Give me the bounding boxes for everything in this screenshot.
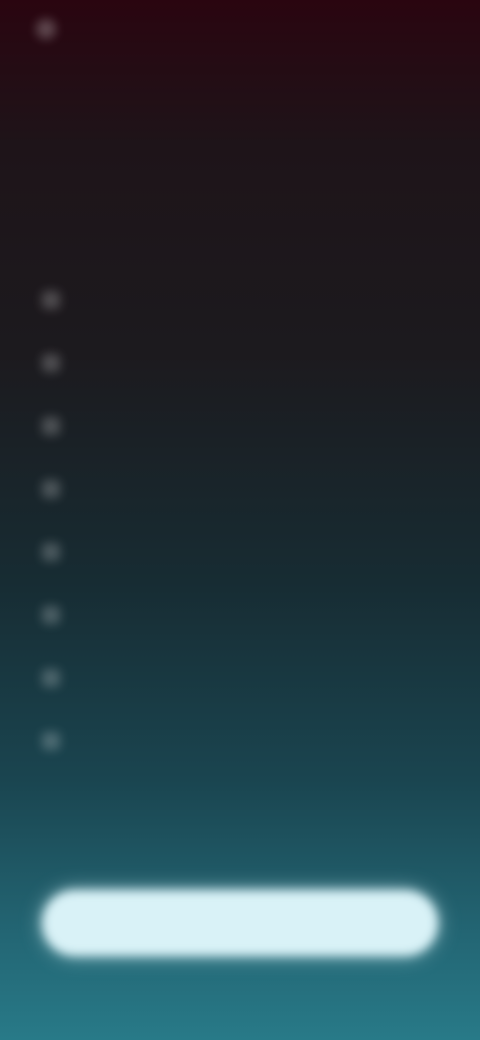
option-item[interactable]: [42, 408, 450, 444]
option-item[interactable]: [42, 597, 450, 633]
continue-button[interactable]: [42, 890, 438, 956]
circle-icon[interactable]: [36, 19, 56, 39]
checkbox-icon[interactable]: [42, 732, 60, 750]
checkbox-icon[interactable]: [42, 354, 60, 372]
checkbox-icon[interactable]: [42, 291, 60, 309]
options-list: [42, 282, 450, 786]
option-item[interactable]: [42, 471, 450, 507]
checkbox-icon[interactable]: [42, 417, 60, 435]
option-item[interactable]: [42, 345, 450, 381]
option-item[interactable]: [42, 282, 450, 318]
option-item[interactable]: [42, 534, 450, 570]
blurred-screen: [0, 0, 480, 1040]
option-item[interactable]: [42, 660, 450, 696]
checkbox-icon[interactable]: [42, 480, 60, 498]
option-item[interactable]: [42, 723, 450, 759]
checkbox-icon[interactable]: [42, 606, 60, 624]
checkbox-icon[interactable]: [42, 669, 60, 687]
checkbox-icon[interactable]: [42, 543, 60, 561]
top-bar[interactable]: [36, 14, 66, 44]
